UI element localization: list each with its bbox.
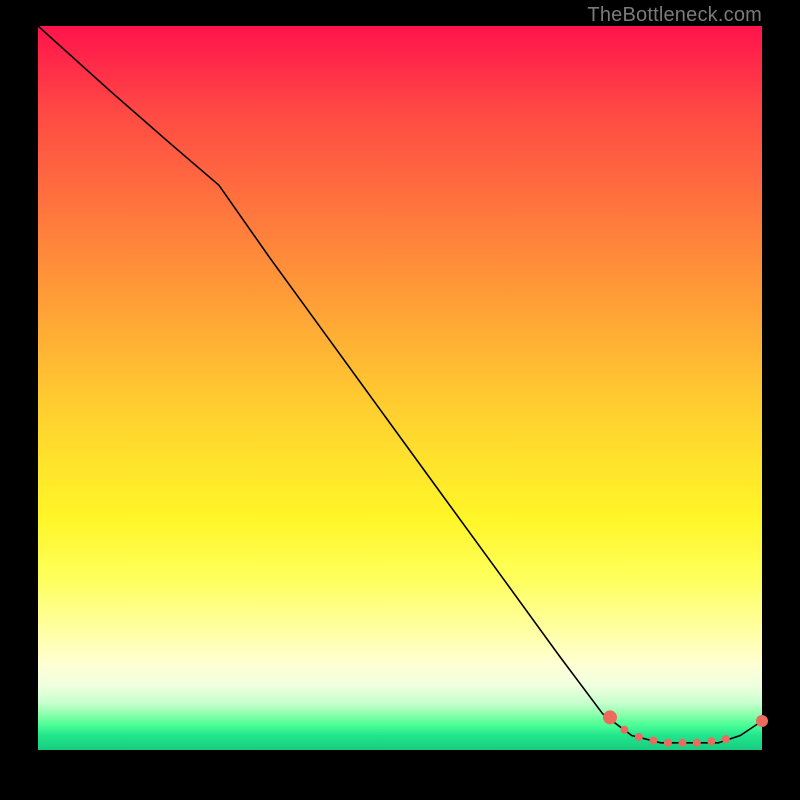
marker-point [635, 733, 643, 741]
marker-point [693, 739, 701, 747]
chart-overlay [38, 26, 762, 750]
marker-point [620, 726, 628, 734]
marker-point [664, 739, 672, 747]
chart-frame: TheBottleneck.com [0, 0, 800, 800]
watermark-text: TheBottleneck.com [587, 4, 762, 27]
marker-point [707, 737, 715, 745]
marker-point [722, 735, 730, 743]
marker-point [678, 739, 686, 747]
marker-point [606, 713, 614, 721]
marker-cap-end [756, 715, 768, 727]
bottleneck-curve [38, 26, 762, 743]
marker-point [649, 737, 657, 745]
marker-group [603, 710, 768, 746]
